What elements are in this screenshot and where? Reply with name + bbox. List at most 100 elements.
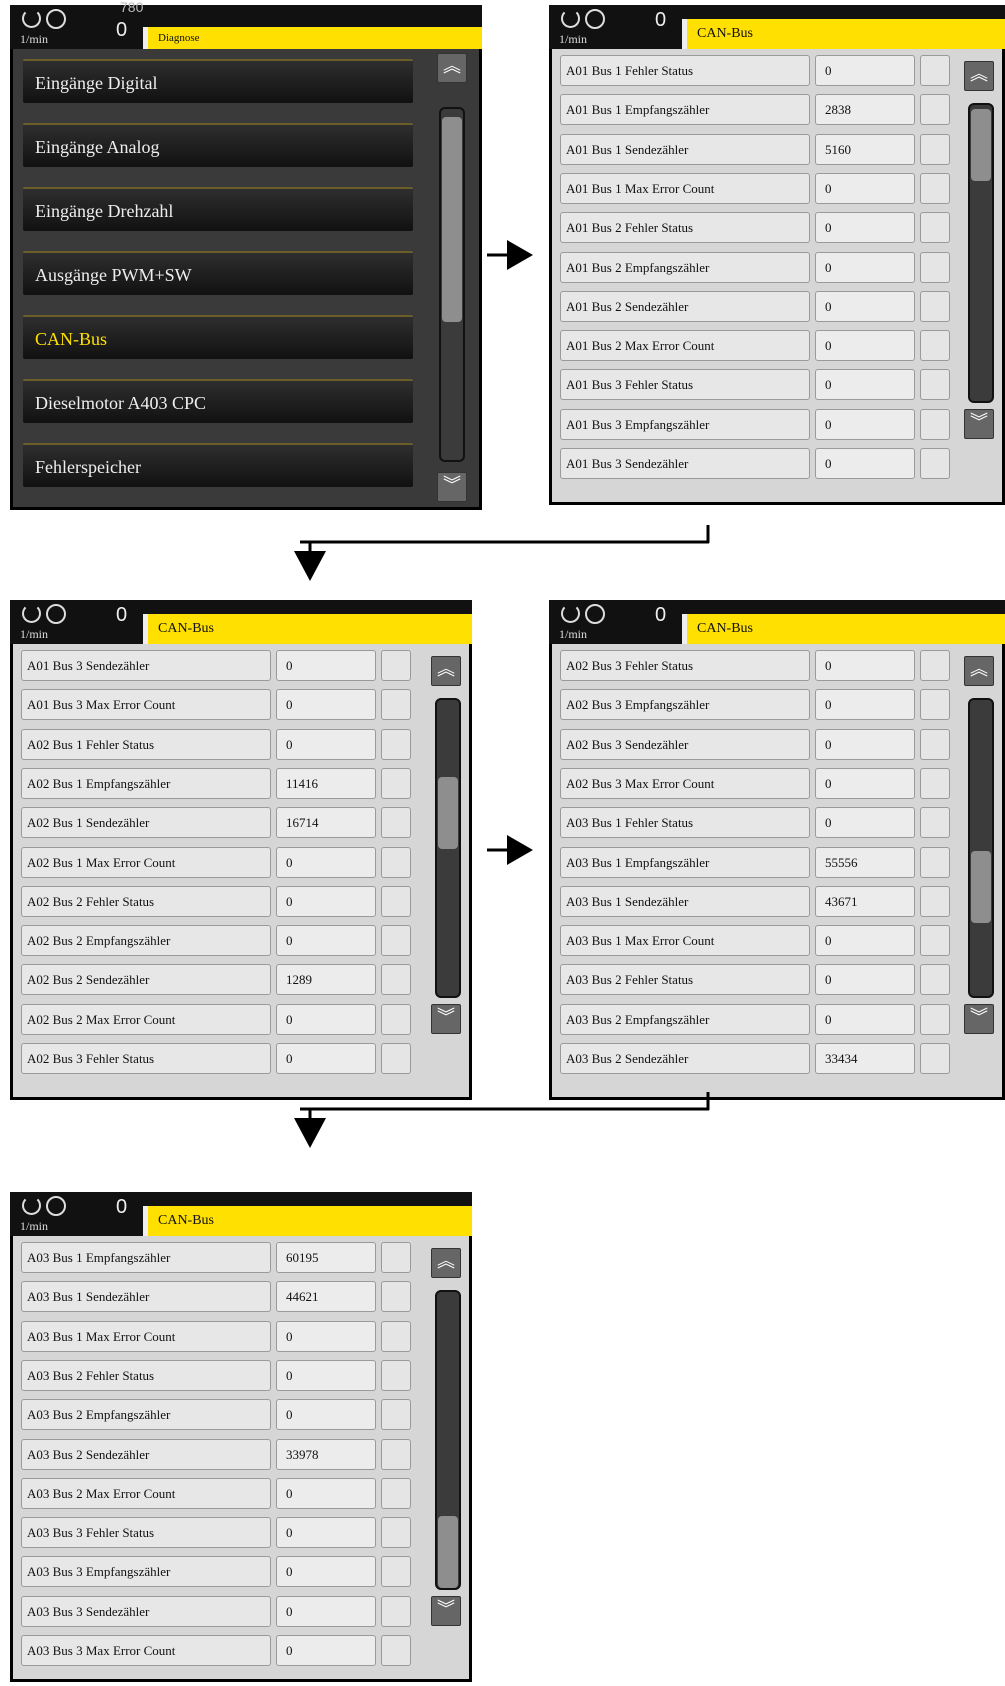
row-value: 43671: [815, 885, 915, 917]
can-bus-screen: 1/min 0 CAN-Bus A03 Bus 1 Empfangszähler…: [10, 1192, 472, 1682]
scrollbar-track[interactable]: [439, 107, 465, 462]
arrow-icon: [294, 1092, 710, 1148]
row-status-box: [920, 964, 950, 996]
scrollbar-thumb[interactable]: [438, 1516, 458, 1588]
sensor-ring-icon: [561, 604, 580, 623]
row-value: 0: [815, 689, 915, 721]
can-bus-body: A01 Bus 1 Fehler Status 0 A01 Bus 1 Empf…: [552, 49, 1002, 502]
can-bus-screen: 1/min 0 CAN-Bus A01 Bus 1 Fehler Status …: [549, 5, 1005, 505]
header-bar: 1/min 0 CAN-Bus: [549, 5, 1005, 49]
row-label: A01 Bus 1 Fehler Status: [560, 55, 810, 86]
menu-item-eingaenge-drehzahl[interactable]: Eingänge Drehzahl: [23, 187, 413, 231]
scrollbar-track[interactable]: [435, 698, 461, 998]
scrollbar-thumb[interactable]: [971, 851, 991, 924]
header-bar: 1/min 0 CAN-Bus: [10, 1192, 472, 1236]
row-status-box: [920, 330, 950, 362]
row-label: A03 Bus 2 Sendezähler: [21, 1438, 271, 1470]
row-value: 0: [815, 330, 915, 362]
row-value: 0: [276, 1359, 376, 1391]
row-status-box: [920, 807, 950, 839]
row-status-box: [920, 689, 950, 721]
row-label: A02 Bus 3 Empfangszähler: [560, 689, 810, 721]
row-status-box: [920, 767, 950, 799]
row-label: A02 Bus 1 Empfangszähler: [21, 767, 271, 799]
scroll-down-button[interactable]: ︾: [431, 1596, 461, 1626]
scrollbar-thumb[interactable]: [971, 109, 991, 181]
sensor-circle-icon: [46, 9, 66, 29]
chevron-double-down-icon: ︾: [437, 1599, 455, 1620]
row-status-box: [920, 408, 950, 440]
row-label: A01 Bus 2 Sendezähler: [560, 290, 810, 322]
scrollbar-track[interactable]: [968, 698, 994, 998]
row-value: 0: [815, 172, 915, 204]
chevron-double-up-icon: ︽: [437, 659, 455, 680]
row-label: A03 Bus 2 Max Error Count: [21, 1477, 271, 1509]
row-status-box: [381, 925, 411, 957]
row-label: A03 Bus 1 Empfangszähler: [560, 846, 810, 878]
row-status-box: [920, 133, 950, 165]
menu-item-ausgaenge-pwm-sw[interactable]: Ausgänge PWM+SW: [23, 251, 413, 295]
chevron-double-down-icon: ︾: [970, 1007, 988, 1028]
row-status-box: [381, 1281, 411, 1313]
row-label: A03 Bus 2 Empfangszähler: [560, 1003, 810, 1035]
row-value: 55556: [815, 846, 915, 878]
row-label: A03 Bus 2 Fehler Status: [21, 1359, 271, 1391]
sensor-ring-icon: [22, 1196, 41, 1215]
scroll-down-button[interactable]: ︾: [964, 1004, 994, 1034]
row-status-box: [381, 650, 411, 681]
row-status-box: [381, 1477, 411, 1509]
page-title: CAN-Bus: [682, 19, 1005, 49]
row-status-box: [381, 1438, 411, 1470]
row-status-box: [381, 964, 411, 996]
row-value: 0: [276, 650, 376, 681]
row-value: 0: [815, 925, 915, 957]
scroll-up-button[interactable]: ︽: [964, 656, 994, 686]
scroll-down-button[interactable]: ︾: [964, 409, 994, 439]
rpm-top-value: 780: [120, 0, 144, 15]
sensor-ring-icon: [561, 9, 580, 28]
row-value: 5160: [815, 133, 915, 165]
menu-item-dieselmotor[interactable]: Dieselmotor A403 CPC: [23, 379, 413, 423]
row-value: 0: [276, 1003, 376, 1035]
scrollbar-track[interactable]: [435, 1290, 461, 1590]
chevron-double-down-icon: ︾: [437, 1007, 455, 1028]
scrollbar-thumb[interactable]: [442, 117, 462, 322]
can-bus-screen: 1/min 0 CAN-Bus A01 Bus 3 Sendezähler 0 …: [10, 600, 472, 1100]
scroll-down-button[interactable]: ︾: [437, 472, 467, 502]
row-value: 0: [276, 1595, 376, 1627]
row-status-box: [920, 885, 950, 917]
row-value: 0: [276, 1635, 376, 1666]
row-status-box: [381, 1359, 411, 1391]
row-status-box: [381, 846, 411, 878]
scroll-up-button[interactable]: ︽: [431, 1248, 461, 1278]
row-status-box: [381, 807, 411, 839]
can-bus-body: A03 Bus 1 Empfangszähler 60195 A03 Bus 1…: [13, 1236, 469, 1679]
row-label: A02 Bus 3 Fehler Status: [560, 650, 810, 681]
scroll-up-button[interactable]: ︽: [964, 61, 994, 91]
row-value: 11416: [276, 767, 376, 799]
scrollbar-track[interactable]: [968, 103, 994, 403]
scroll-up-button[interactable]: ︽: [431, 656, 461, 686]
row-status-box: [920, 212, 950, 244]
diagnose-menu-screen: 1/min 780 0 Diagnose Eingänge Digital Ei…: [10, 0, 482, 510]
row-label: A02 Bus 3 Sendezähler: [560, 728, 810, 760]
scroll-down-button[interactable]: ︾: [431, 1004, 461, 1034]
row-label: A02 Bus 2 Max Error Count: [21, 1003, 271, 1035]
menu-item-fehlerspeicher[interactable]: Fehlerspeicher: [23, 443, 413, 487]
row-status-box: [381, 767, 411, 799]
menu-item-eingaenge-digital[interactable]: Eingänge Digital: [23, 59, 413, 103]
row-label: A03 Bus 3 Empfangszähler: [21, 1556, 271, 1588]
row-status-box: [920, 1003, 950, 1035]
row-label: A02 Bus 1 Fehler Status: [21, 728, 271, 760]
row-status-box: [920, 290, 950, 322]
row-value: 0: [276, 728, 376, 760]
row-label: A03 Bus 1 Fehler Status: [560, 807, 810, 839]
row-label: A02 Bus 2 Fehler Status: [21, 885, 271, 917]
row-status-box: [920, 172, 950, 204]
scroll-up-button[interactable]: ︽: [437, 53, 467, 83]
menu-item-eingaenge-analog[interactable]: Eingänge Analog: [23, 123, 413, 167]
menu-item-can-bus[interactable]: CAN-Bus: [23, 315, 413, 359]
row-label: A03 Bus 2 Sendezähler: [560, 1043, 810, 1074]
page-title: Diagnose: [143, 27, 482, 49]
scrollbar-thumb[interactable]: [438, 776, 458, 849]
